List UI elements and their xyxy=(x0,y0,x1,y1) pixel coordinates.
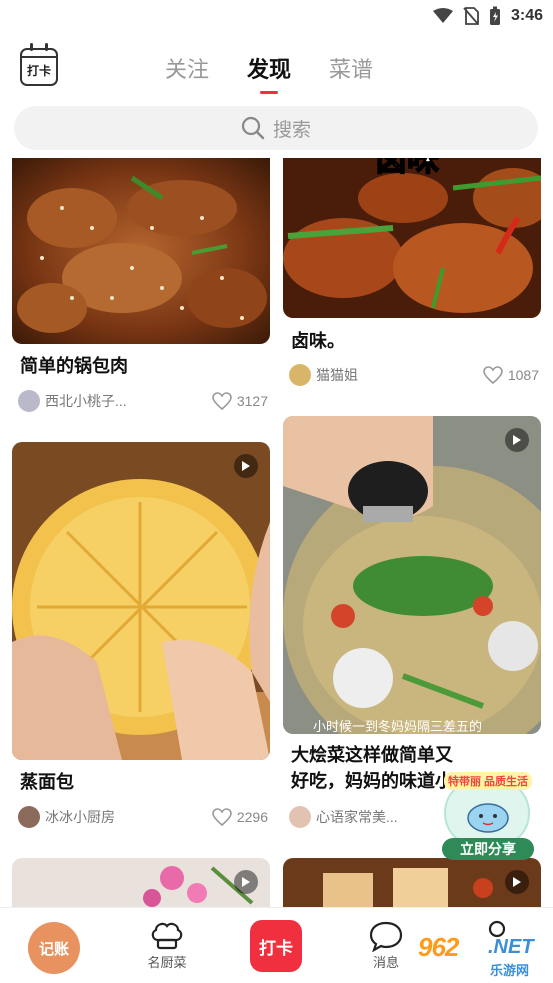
card-title: 大烩菜这样做简单又好吃，妈妈的味道小时候的 xyxy=(291,745,453,791)
tab-recipes[interactable]: 菜谱 xyxy=(329,52,373,84)
play-icon xyxy=(513,435,521,445)
card-meta: 西北小桃子... 3127 xyxy=(18,388,268,414)
battery-icon xyxy=(489,6,500,25)
like-button[interactable]: 1087 xyxy=(483,366,539,384)
card-meta: 猫猫姐 1087 xyxy=(289,362,539,388)
status-time: 3:46 xyxy=(510,7,543,24)
heart-icon xyxy=(483,366,503,384)
image-overlay-text: 小时候一到冬妈妈隔三差五的 xyxy=(313,719,482,734)
card-thumbnail-braised[interactable]: 卤味 xyxy=(283,158,541,318)
heart-icon xyxy=(212,808,232,826)
video-play-badge xyxy=(234,870,258,894)
feed-card-1[interactable]: 简单的锅包肉 西北小桃子... 3127 xyxy=(12,158,270,420)
search-bar[interactable]: 搜索 xyxy=(14,106,538,150)
like-button[interactable]: 2296 xyxy=(212,808,268,826)
like-count: 1087 xyxy=(507,367,539,383)
card-title: 卤味。 xyxy=(291,331,345,351)
stew-pot-image: 小时候一到冬妈妈隔三差五的 xyxy=(283,416,541,734)
chef-hat-icon xyxy=(151,922,183,950)
like-count: 3127 xyxy=(236,393,268,409)
tab-discover[interactable]: 发现 xyxy=(247,52,291,84)
bread-image xyxy=(12,442,270,760)
status-icons: 3:46 xyxy=(432,6,543,26)
video-play-badge xyxy=(505,870,529,894)
avatar[interactable] xyxy=(289,806,311,828)
share-now-button[interactable]: 立即分享 xyxy=(442,838,534,860)
card-thumbnail-stew[interactable]: 小时候一到冬妈妈隔三差五的 xyxy=(283,416,541,734)
author-name[interactable]: 西北小桃子... xyxy=(45,391,212,411)
tofu-dish-image xyxy=(283,858,541,908)
avatar[interactable] xyxy=(18,806,40,828)
bowl-character-icon xyxy=(467,803,509,833)
card-meta: 心语家常美... xyxy=(289,804,449,830)
checkin-calendar-label: 打卡 xyxy=(26,63,51,78)
heart-icon xyxy=(212,392,232,410)
nav-checkin-button[interactable]: 打卡 xyxy=(250,920,302,972)
card-thumbnail-flowers[interactable] xyxy=(12,858,270,908)
play-icon xyxy=(242,877,250,887)
avatar[interactable] xyxy=(289,364,311,386)
like-button[interactable]: 3127 xyxy=(212,392,268,410)
image-overlay-text: 卤味 xyxy=(375,158,439,177)
card-thumbnail-pork[interactable] xyxy=(12,158,270,344)
like-count: 2296 xyxy=(236,809,268,825)
video-play-badge xyxy=(505,428,529,452)
nav-label: 消息 xyxy=(372,955,399,970)
card-thumbnail-bread[interactable] xyxy=(12,442,270,760)
braised-dish-image: 卤味 xyxy=(283,158,541,318)
no-sim-icon xyxy=(463,7,479,25)
checkin-calendar-icon[interactable]: 打卡 xyxy=(20,43,58,86)
watermark-subtitle: 乐游网 xyxy=(490,963,530,978)
nav-label: 名厨菜 xyxy=(147,955,187,970)
wifi-icon xyxy=(432,8,453,23)
feed-card-2[interactable]: 卤味 卤味。 猫猫姐 1087 xyxy=(283,158,541,393)
search-placeholder: 搜索 xyxy=(272,119,311,141)
floating-share-badge[interactable]: 特带丽 品质生活 立即分享 xyxy=(438,772,536,860)
nav-bookkeeping-button[interactable]: 记账 xyxy=(28,922,80,974)
watermark-number: 962 xyxy=(418,932,459,962)
status-bar: 3:46 xyxy=(0,0,553,34)
site-watermark: 962 .NET 乐游网 xyxy=(418,930,550,980)
author-name[interactable]: 冰冰小厨房 xyxy=(45,807,212,827)
feed-card-6[interactable] xyxy=(283,858,541,908)
feed-tabs: 关注 发现 菜谱 xyxy=(165,52,373,84)
video-play-badge xyxy=(234,454,258,478)
share-badge-slogan: 特带丽 品质生活 xyxy=(444,772,533,790)
author-name[interactable]: 心语家常美... xyxy=(316,807,449,827)
play-icon xyxy=(242,461,250,471)
nav-messages[interactable]: 消息 xyxy=(366,920,406,971)
card-title: 简单的锅包肉 xyxy=(20,356,128,376)
card-thumbnail-tofu[interactable] xyxy=(283,858,541,908)
card-title: 蒸面包 xyxy=(20,772,74,792)
card-meta: 冰冰小厨房 2296 xyxy=(18,804,268,830)
top-header: 打卡 关注 发现 菜谱 xyxy=(0,40,553,96)
play-icon xyxy=(513,877,521,887)
author-name[interactable]: 猫猫姐 xyxy=(316,365,483,385)
search-icon xyxy=(241,116,265,140)
chat-bubble-icon xyxy=(369,921,403,952)
tab-follow[interactable]: 关注 xyxy=(165,52,209,84)
watermark-suffix: .NET xyxy=(488,936,534,958)
nav-famous-chef[interactable]: 名厨菜 xyxy=(142,920,192,971)
pork-dish-image xyxy=(12,158,270,344)
feed-card-3[interactable]: 蒸面包 冰冰小厨房 2296 xyxy=(12,442,270,837)
flowers-image xyxy=(12,858,270,908)
feed-card-5[interactable] xyxy=(12,858,270,908)
avatar[interactable] xyxy=(18,390,40,412)
